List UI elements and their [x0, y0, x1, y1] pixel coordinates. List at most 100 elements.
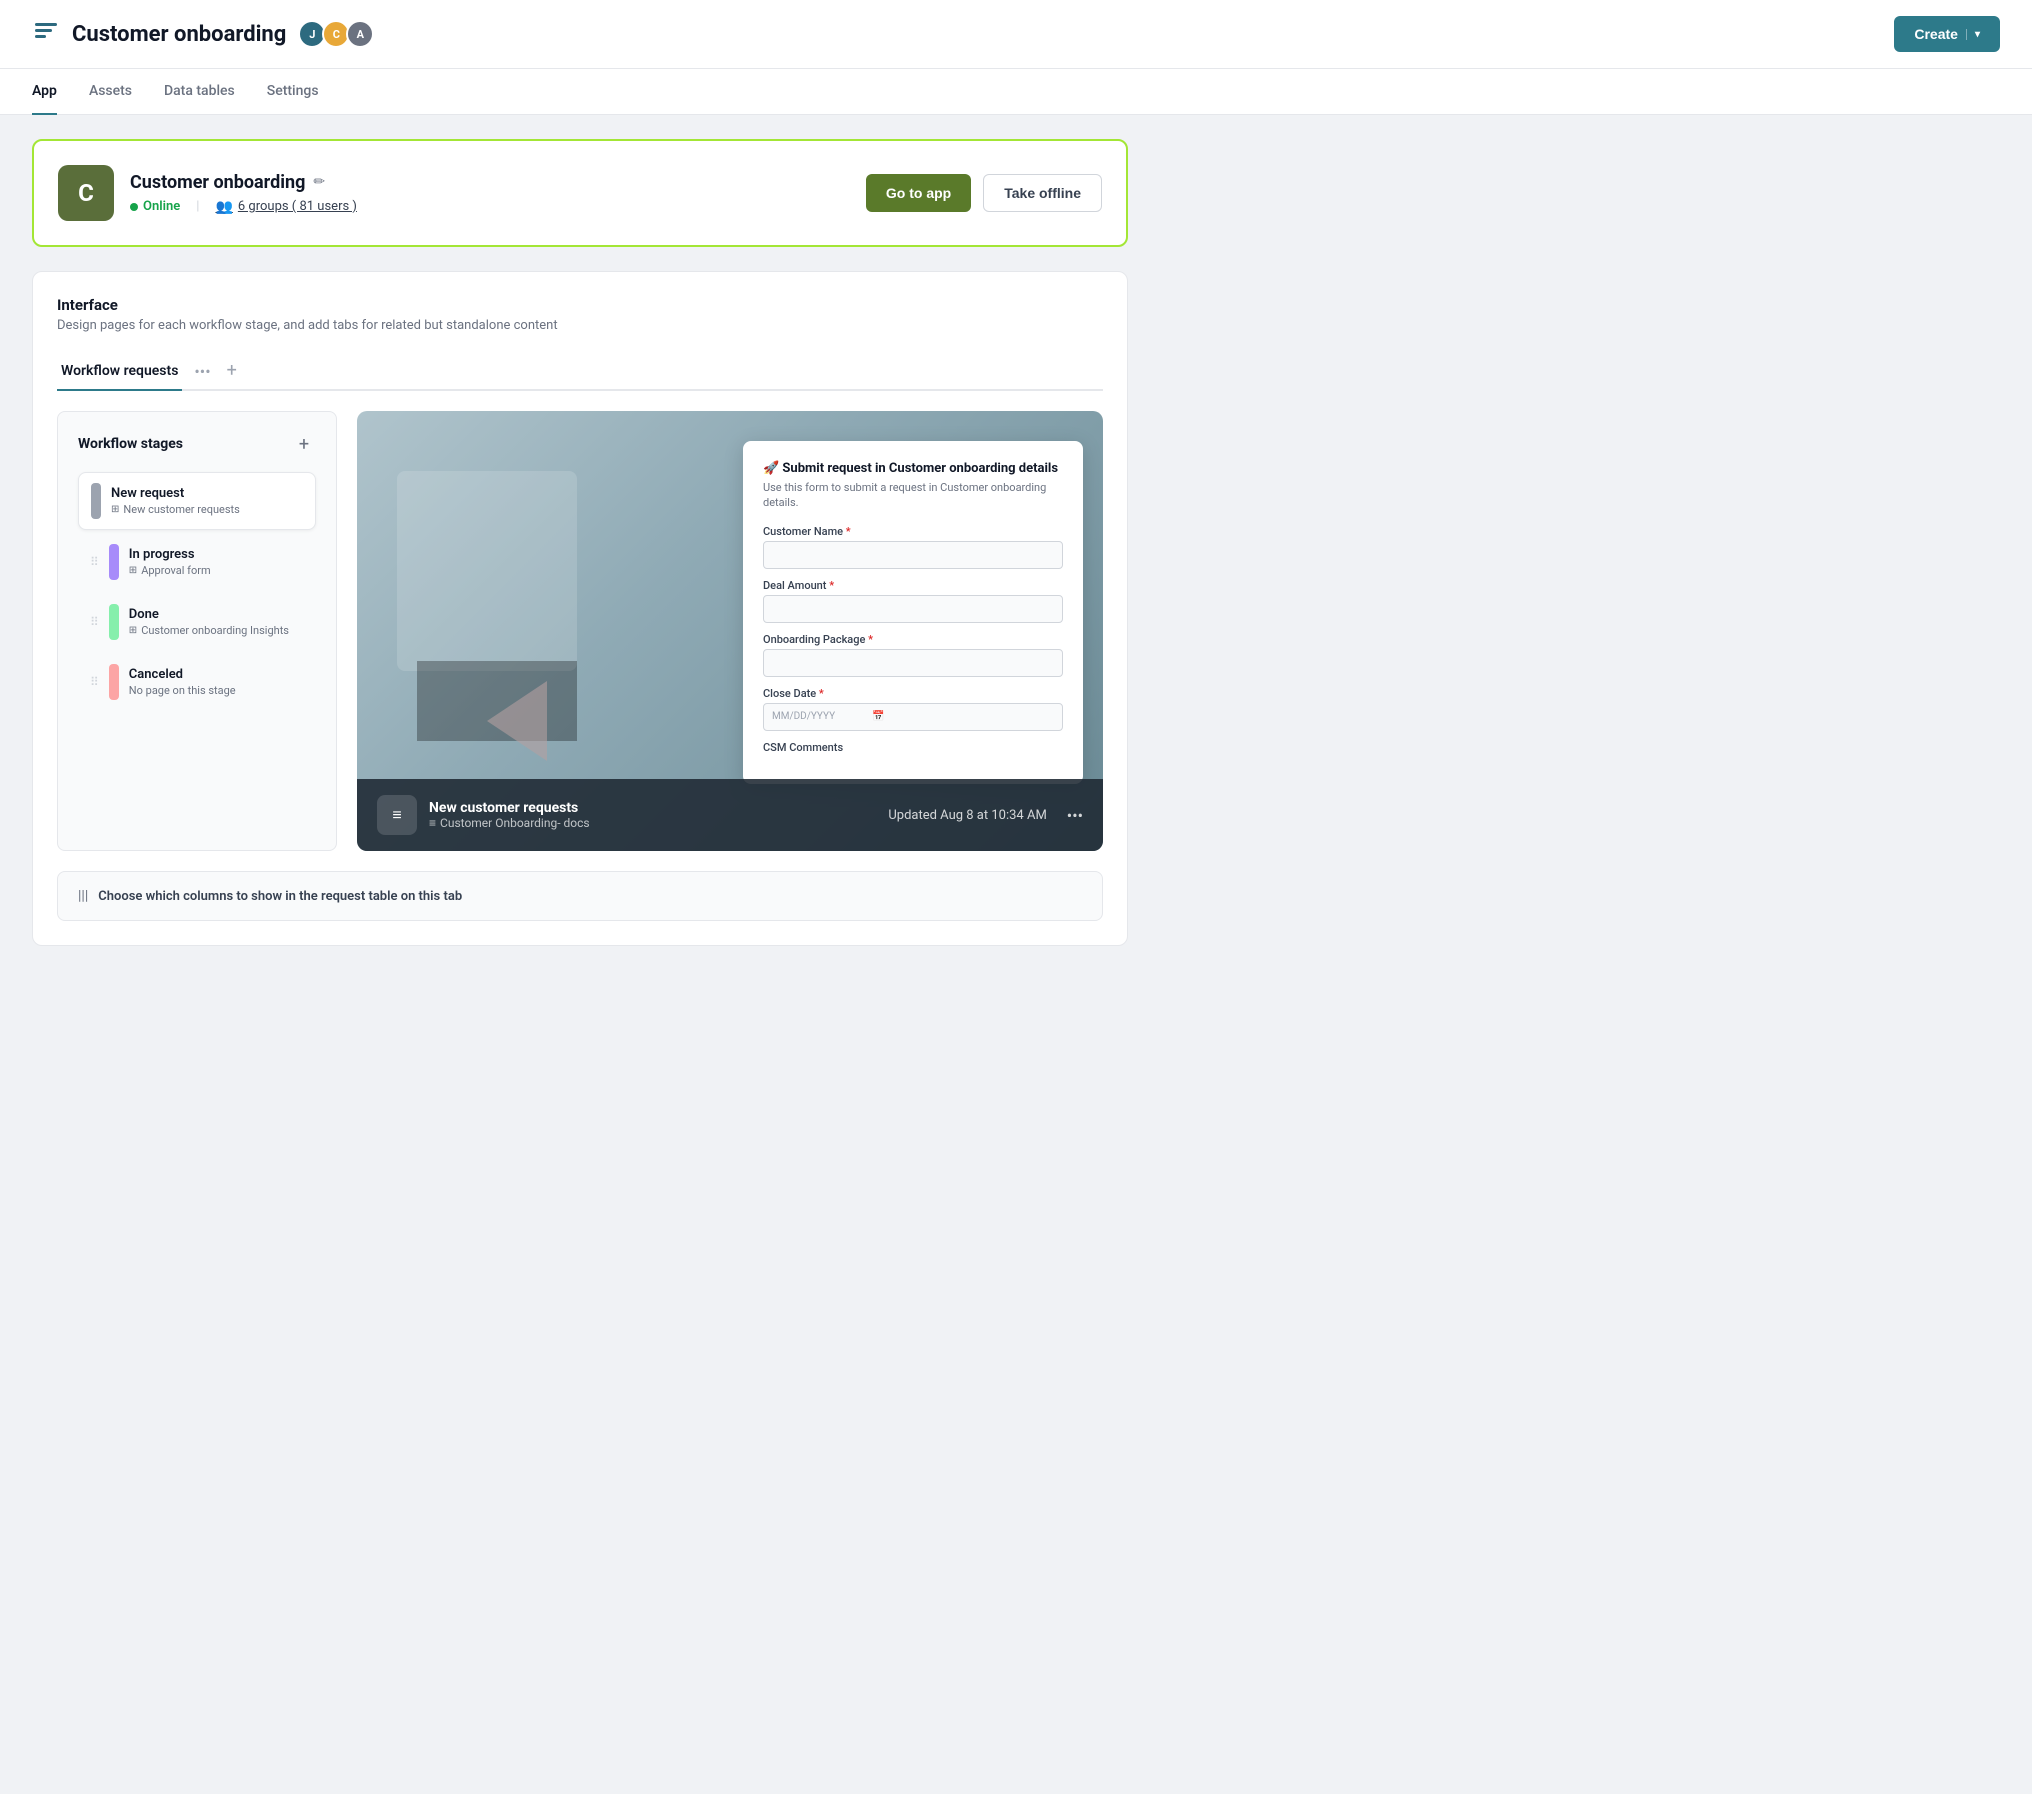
drag-handle-done: ⠿ — [90, 615, 99, 629]
stage-color-new — [91, 483, 101, 519]
form-preview-title: 🚀 Submit request in Customer onboarding … — [763, 461, 1063, 476]
workflow-tabs: Workflow requests ••• + — [57, 353, 1103, 391]
bg-shape-arrow — [487, 681, 547, 761]
form-field-deal-amount: Deal Amount — [763, 579, 1063, 623]
field-label-csm-comments: CSM Comments — [763, 741, 1063, 754]
logo-line-1 — [35, 23, 57, 26]
stage-item-in-progress[interactable]: ⠿ In progress ⊞ Approval form — [78, 534, 316, 590]
form-field-csm-comments: CSM Comments — [763, 741, 1063, 754]
stages-header: Workflow stages + — [78, 432, 316, 456]
groups-icon: 👥 — [215, 199, 232, 215]
app-title: Customer onboarding — [72, 22, 286, 47]
logo-line-3 — [35, 35, 46, 38]
logo-icon — [32, 20, 60, 48]
take-offline-button[interactable]: Take offline — [983, 174, 1102, 212]
stage-sub-text-in-progress: Approval form — [141, 564, 210, 577]
stage-sub-new: ⊞ New customer requests — [111, 503, 240, 516]
app-card: C Customer onboarding ✏ Online | 👥 6 gro… — [32, 139, 1128, 247]
groups-link[interactable]: 👥 6 groups ( 81 users ) — [215, 199, 357, 215]
choose-columns-text: Choose which columns to show in the requ… — [98, 889, 462, 904]
choose-columns[interactable]: ||| Choose which columns to show in the … — [57, 871, 1103, 921]
online-badge: Online — [130, 199, 180, 214]
stage-item-new-request[interactable]: New request ⊞ New customer requests — [78, 472, 316, 530]
columns-icon: ||| — [78, 888, 88, 904]
workflow-tab-add[interactable]: + — [223, 358, 241, 384]
tab-settings[interactable]: Settings — [267, 69, 319, 115]
preview-doc-sub: ≡ Customer Onboarding- docs — [429, 816, 590, 830]
preview-doc-info: ≡ New customer requests ≡ Customer Onboa… — [377, 795, 590, 835]
preview-bottom-bar: ≡ New customer requests ≡ Customer Onboa… — [357, 779, 1103, 851]
stage-info-in-progress: In progress ⊞ Approval form — [129, 547, 211, 577]
form-field-customer-name: Customer Name — [763, 525, 1063, 569]
stage-info-new: New request ⊞ New customer requests — [111, 486, 240, 516]
field-label-deal-amount: Deal Amount — [763, 579, 1063, 592]
form-title-text: Submit request in Customer onboarding de… — [782, 461, 1058, 476]
form-preview-card: 🚀 Submit request in Customer onboarding … — [743, 441, 1083, 784]
main-content: C Customer onboarding ✏ Online | 👥 6 gro… — [0, 115, 1160, 970]
online-status: Online — [143, 199, 180, 214]
app-logo — [32, 20, 60, 48]
stage-name-done: Done — [129, 607, 289, 622]
interface-title: Interface — [57, 296, 1103, 314]
preview-more-button[interactable]: ••• — [1067, 806, 1083, 825]
preview-doc-text: New customer requests ≡ Customer Onboard… — [429, 800, 590, 830]
field-label-onboarding-package: Onboarding Package — [763, 633, 1063, 646]
stage-sub-text-done: Customer onboarding Insights — [141, 624, 289, 637]
app-card-left: C Customer onboarding ✏ Online | 👥 6 gro… — [58, 165, 357, 221]
drag-handle-canceled: ⠿ — [90, 675, 99, 689]
online-dot — [130, 203, 138, 211]
preview-doc-icon: ≡ — [377, 795, 417, 835]
go-to-app-button[interactable]: Go to app — [866, 174, 971, 212]
create-button[interactable]: Create ▾ — [1894, 16, 2000, 52]
app-icon-text: C — [78, 179, 94, 207]
create-label: Create — [1914, 26, 1958, 42]
doc-icon-symbol: ≡ — [392, 805, 401, 825]
form-preview-desc: Use this form to submit a request in Cus… — [763, 480, 1063, 511]
stage-sub-in-progress: ⊞ Approval form — [129, 564, 211, 577]
stage-item-done[interactable]: ⠿ Done ⊞ Customer onboarding Insights — [78, 594, 316, 650]
workflow-tab-menu[interactable]: ••• — [190, 358, 214, 385]
stage-item-canceled[interactable]: ⠿ Canceled No page on this stage — [78, 654, 316, 710]
form-field-onboarding-package: Onboarding Package — [763, 633, 1063, 677]
workflow-requests-tab[interactable]: Workflow requests — [57, 353, 182, 391]
nav-tabs: App Assets Data tables Settings — [0, 69, 2032, 115]
groups-text: 6 groups ( 81 users ) — [238, 199, 357, 214]
table-icon-3: ⊞ — [129, 625, 137, 636]
stage-sub-text-canceled: No page on this stage — [129, 684, 236, 697]
header: Customer onboarding J C A Create ▾ — [0, 0, 2032, 69]
create-chevron: ▾ — [1966, 29, 1980, 40]
app-name-row: Customer onboarding ✏ — [130, 172, 357, 193]
preview-panel: 🚀 Submit request in Customer onboarding … — [357, 411, 1103, 851]
stages-add-button[interactable]: + — [292, 432, 316, 456]
field-input-onboarding-package — [763, 649, 1063, 677]
logo-line-2 — [35, 29, 52, 32]
stage-info-done: Done ⊞ Customer onboarding Insights — [129, 607, 289, 637]
stages-panel: Workflow stages + New request ⊞ New cust… — [57, 411, 337, 851]
tab-assets[interactable]: Assets — [89, 69, 132, 115]
preview-inner: 🚀 Submit request in Customer onboarding … — [357, 411, 1103, 851]
doc-sub-text: Customer Onboarding- docs — [440, 816, 590, 830]
tab-app[interactable]: App — [32, 69, 57, 115]
preview-doc-title: New customer requests — [429, 800, 590, 816]
preview-timestamp: Updated Aug 8 at 10:34 AM — [888, 808, 1046, 823]
stage-sub-text-new: New customer requests — [123, 503, 239, 516]
app-icon-letter: C — [58, 165, 114, 221]
form-field-close-date: Close Date MM/DD/YYYY 📅 — [763, 687, 1063, 731]
tab-data-tables[interactable]: Data tables — [164, 69, 235, 115]
stage-sub-done: ⊞ Customer onboarding Insights — [129, 624, 289, 637]
avatar-a: A — [346, 20, 374, 48]
stage-info-canceled: Canceled No page on this stage — [129, 667, 236, 697]
stage-sub-canceled: No page on this stage — [129, 684, 236, 697]
field-label-customer-name: Customer Name — [763, 525, 1063, 538]
app-meta: Online | 👥 6 groups ( 81 users ) — [130, 199, 357, 215]
drag-handle-in-progress: ⠿ — [90, 555, 99, 569]
stage-name-canceled: Canceled — [129, 667, 236, 682]
app-card-right: Go to app Take offline — [866, 174, 1102, 212]
field-label-close-date: Close Date — [763, 687, 1063, 700]
bg-shape-1 — [397, 471, 577, 671]
workflow-content: Workflow stages + New request ⊞ New cust… — [57, 411, 1103, 851]
avatar-group: J C A — [298, 20, 374, 48]
edit-icon[interactable]: ✏ — [313, 174, 325, 190]
stage-name-new: New request — [111, 486, 240, 501]
header-left: Customer onboarding J C A — [32, 20, 374, 48]
